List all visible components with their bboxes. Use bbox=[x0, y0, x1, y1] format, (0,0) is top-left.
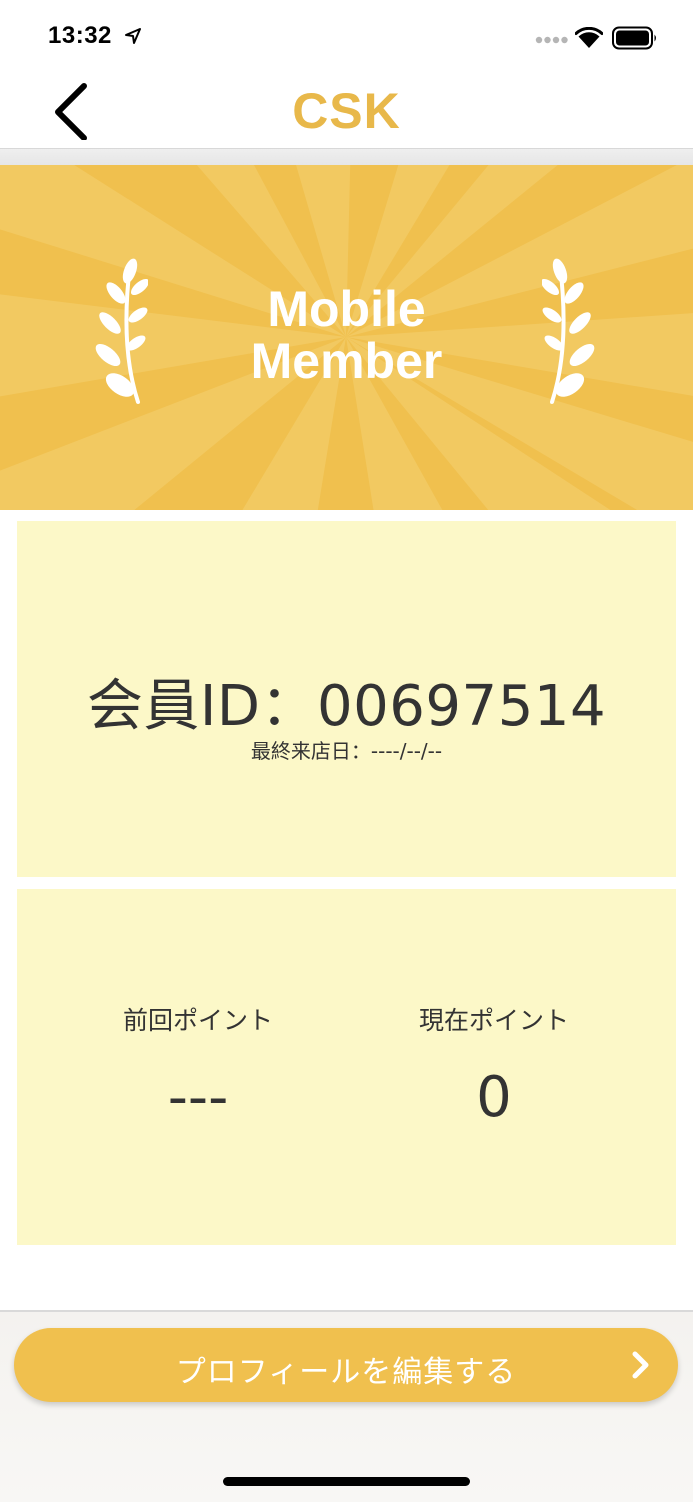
previous-points-value: --- bbox=[167, 1065, 229, 1130]
cellular-signal-icon bbox=[535, 36, 568, 44]
battery-icon bbox=[612, 26, 656, 50]
chevron-right-icon bbox=[632, 1351, 649, 1379]
member-id: 会員ID：00697514 bbox=[86, 674, 607, 739]
edit-profile-label: プロフィールを編集する bbox=[175, 1355, 517, 1390]
last-visit-date: 最終来店日：----/--/-- bbox=[250, 739, 443, 763]
nav-bar: CSK bbox=[0, 72, 693, 149]
current-points-label: 現在ポイント bbox=[418, 1006, 569, 1035]
edit-profile-button[interactable]: プロフィールを編集する bbox=[14, 1328, 678, 1402]
laurel-right-icon bbox=[542, 258, 595, 404]
wifi-icon bbox=[575, 27, 603, 48]
points-card: 前回ポイント --- 現在ポイント 0 bbox=[17, 889, 676, 1245]
current-points-value: 0 bbox=[476, 1065, 512, 1130]
divider-strip bbox=[0, 149, 693, 165]
home-indicator[interactable] bbox=[223, 1477, 470, 1486]
member-id-card: 会員ID：00697514 最終来店日：----/--/-- bbox=[17, 521, 676, 877]
status-time: 13:32 bbox=[48, 22, 112, 49]
app-logo: CSK bbox=[292, 83, 401, 139]
location-arrow-icon bbox=[125, 28, 141, 44]
member-banner: Mobile Member bbox=[0, 165, 693, 510]
status-bar: 13:32 bbox=[0, 0, 693, 72]
previous-points: 前回ポイント --- bbox=[48, 1001, 348, 1130]
previous-points-label: 前回ポイント bbox=[122, 1006, 273, 1035]
current-points: 現在ポイント 0 bbox=[344, 1001, 644, 1130]
